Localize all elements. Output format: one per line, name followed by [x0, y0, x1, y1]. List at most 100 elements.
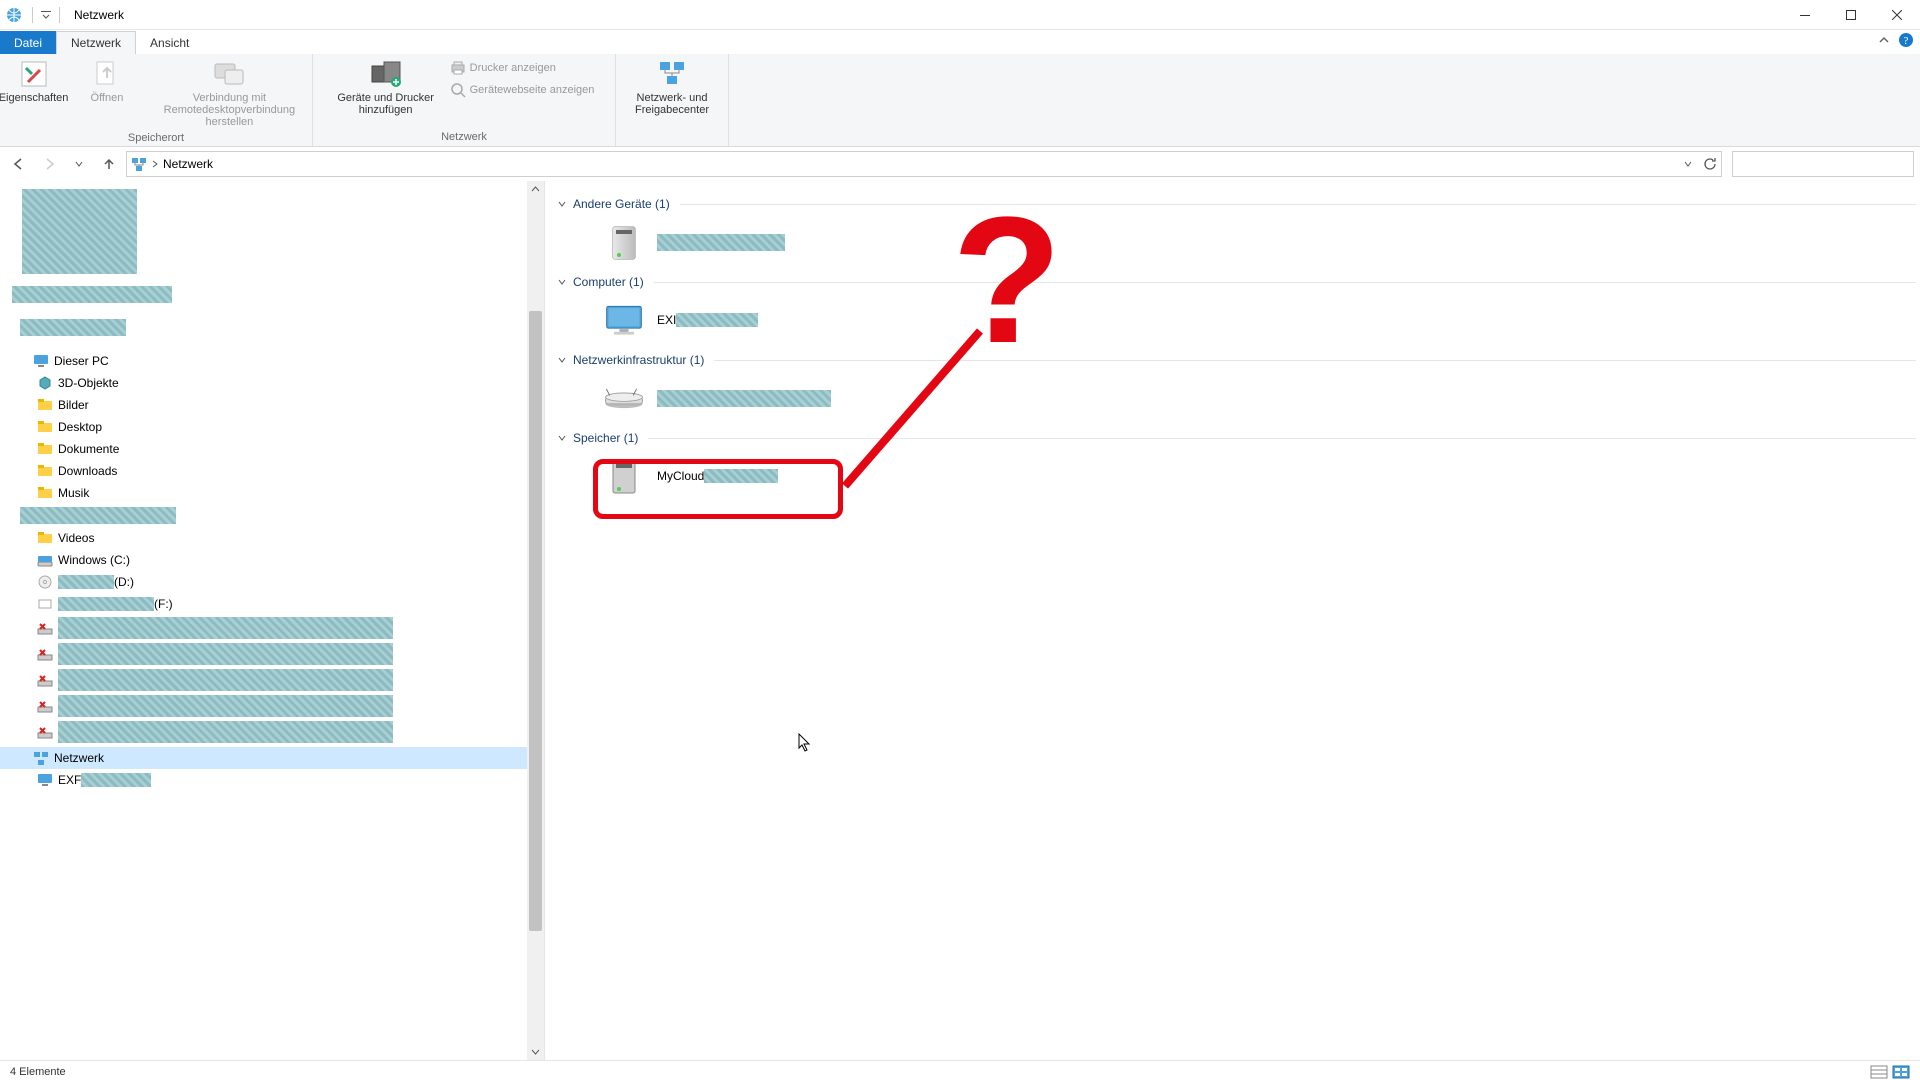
show-printers-button[interactable]: Drucker anzeigen: [444, 58, 601, 78]
svg-text:?: ?: [1904, 35, 1909, 47]
sidebar-item-label: Netzwerk: [54, 751, 104, 765]
sidebar-item-disconnected[interactable]: [0, 615, 544, 641]
sidebar-item-label: EXF: [58, 773, 81, 787]
tab-view[interactable]: Ansicht: [136, 31, 203, 54]
network-center-button[interactable]: Netzwerk- und Freigabecenter: [627, 54, 717, 120]
titlebar: Netzwerk: [0, 0, 1920, 30]
this-pc-icon: [32, 353, 50, 369]
sidebar-item-disconnected[interactable]: [0, 667, 544, 693]
titlebar-separator: [59, 7, 60, 23]
sidebar-item-videos[interactable]: Videos: [0, 527, 544, 549]
sidebar-item-network[interactable]: Netzwerk: [0, 747, 544, 769]
redacted-label: [657, 234, 785, 251]
chevron-down-icon[interactable]: [557, 199, 567, 209]
redacted-item: [12, 286, 172, 303]
search-input[interactable]: [1732, 151, 1914, 177]
sidebar-item-network-computer[interactable]: EXF: [0, 769, 544, 791]
redacted-label: [58, 669, 393, 691]
ribbon: Eigenschaften Öffnen Verbindung mit Remo…: [0, 54, 1920, 147]
collapse-ribbon-icon[interactable]: [1878, 34, 1890, 46]
disc-icon: [36, 574, 54, 590]
properties-label: Eigenschaften: [0, 92, 68, 104]
redacted-label: [676, 313, 758, 327]
sidebar-item-label: Musik: [58, 486, 89, 500]
help-icon[interactable]: ?: [1898, 32, 1914, 48]
recent-dropdown[interactable]: [66, 151, 92, 177]
sidebar-item-music[interactable]: Musik: [0, 482, 544, 504]
chevron-down-icon[interactable]: [557, 355, 567, 365]
view-large-icons-button[interactable]: [1892, 1065, 1910, 1079]
redacted-label: [58, 695, 393, 717]
group-header-infrastructure[interactable]: Netzwerkinfrastruktur (1): [557, 353, 1916, 367]
sidebar-item-drive-f[interactable]: (F:): [0, 593, 544, 615]
cursor-icon: [798, 733, 812, 753]
up-button[interactable]: [96, 151, 122, 177]
drive-icon: [36, 552, 54, 568]
rdp-button[interactable]: Verbindung mit Remotedesktopverbindung h…: [142, 54, 317, 132]
sidebar-item-this-pc[interactable]: Dieser PC: [0, 350, 544, 372]
forward-button[interactable]: [36, 151, 62, 177]
breadcrumb-network[interactable]: Netzwerk: [163, 157, 213, 171]
tab-file[interactable]: Datei: [0, 31, 56, 54]
sidebar-item-drive-c[interactable]: Windows (C:): [0, 549, 544, 571]
rdp-label: Verbindung mit Remotedesktopverbindung h…: [150, 92, 309, 128]
disconnected-drive-icon: [36, 672, 54, 688]
navigation-pane: Dieser PC 3D-Objekte Bilder Desktop Doku…: [0, 181, 545, 1060]
status-text: 4 Elemente: [10, 1066, 66, 1078]
sidebar-item-disconnected[interactable]: [0, 641, 544, 667]
network-item-computer[interactable]: EXI: [597, 295, 1916, 345]
refresh-button[interactable]: [1703, 157, 1717, 171]
sidebar-item-drive-d[interactable]: (D:): [0, 571, 544, 593]
group-label: Andere Geräte (1): [573, 197, 670, 211]
qat-dropdown-icon[interactable]: [41, 10, 51, 20]
sidebar-item-disconnected[interactable]: [0, 693, 544, 719]
back-button[interactable]: [6, 151, 32, 177]
ribbon-group-location: Speicherort: [128, 132, 184, 147]
tab-network[interactable]: Netzwerk: [56, 31, 136, 54]
redacted-item: [20, 507, 176, 524]
redacted-label: [58, 617, 393, 639]
network-item-other-device[interactable]: [597, 217, 1916, 267]
group-header-computer[interactable]: Computer (1): [557, 275, 1916, 289]
ribbon-group-network: Netzwerk: [441, 131, 487, 146]
redacted-label: [657, 390, 831, 407]
router-icon: [603, 377, 645, 419]
scroll-down-icon[interactable]: [527, 1043, 544, 1060]
nav-scrollbar[interactable]: [527, 181, 544, 1060]
content-area: Andere Geräte (1) Computer (1) EXI: [545, 181, 1920, 1060]
sidebar-item-pictures[interactable]: Bilder: [0, 394, 544, 416]
maximize-button[interactable]: [1828, 0, 1874, 29]
group-label: Speicher (1): [573, 431, 638, 445]
redacted-label: [81, 773, 151, 787]
properties-button[interactable]: Eigenschaften: [0, 54, 72, 108]
network-icon: [32, 750, 50, 766]
drive-icon: [36, 596, 54, 612]
view-details-button[interactable]: [1870, 1065, 1888, 1079]
open-button[interactable]: Öffnen: [72, 54, 142, 108]
group-label: Computer (1): [573, 275, 644, 289]
disconnected-drive-icon: [36, 724, 54, 740]
sidebar-item-label: Dieser PC: [54, 354, 109, 368]
chevron-down-icon[interactable]: [557, 277, 567, 287]
address-field[interactable]: Netzwerk: [126, 151, 1722, 177]
close-button[interactable]: [1874, 0, 1920, 29]
show-device-web-button[interactable]: Gerätewebseite anzeigen: [444, 80, 601, 100]
sidebar-item-documents[interactable]: Dokumente: [0, 438, 544, 460]
sidebar-item-disconnected[interactable]: [0, 719, 544, 745]
sidebar-item-label: Desktop: [58, 420, 102, 434]
folder-icon: [36, 530, 54, 546]
show-printers-label: Drucker anzeigen: [470, 62, 556, 74]
device-icon: [603, 221, 645, 263]
sidebar-item-desktop[interactable]: Desktop: [0, 416, 544, 438]
group-header-other[interactable]: Andere Geräte (1): [557, 197, 1916, 211]
add-devices-button[interactable]: Geräte und Drucker hinzufügen: [328, 54, 444, 120]
minimize-button[interactable]: [1782, 0, 1828, 29]
sidebar-item-downloads[interactable]: Downloads: [0, 460, 544, 482]
sidebar-item-3d-objects[interactable]: 3D-Objekte: [0, 372, 544, 394]
scroll-up-icon[interactable]: [527, 181, 544, 198]
chevron-down-icon[interactable]: [557, 433, 567, 443]
group-header-storage[interactable]: Speicher (1): [557, 431, 1916, 445]
network-item-router[interactable]: [597, 373, 1916, 423]
network-center-label: Netzwerk- und Freigabecenter: [635, 92, 709, 116]
address-dropdown-icon[interactable]: [1683, 159, 1693, 169]
